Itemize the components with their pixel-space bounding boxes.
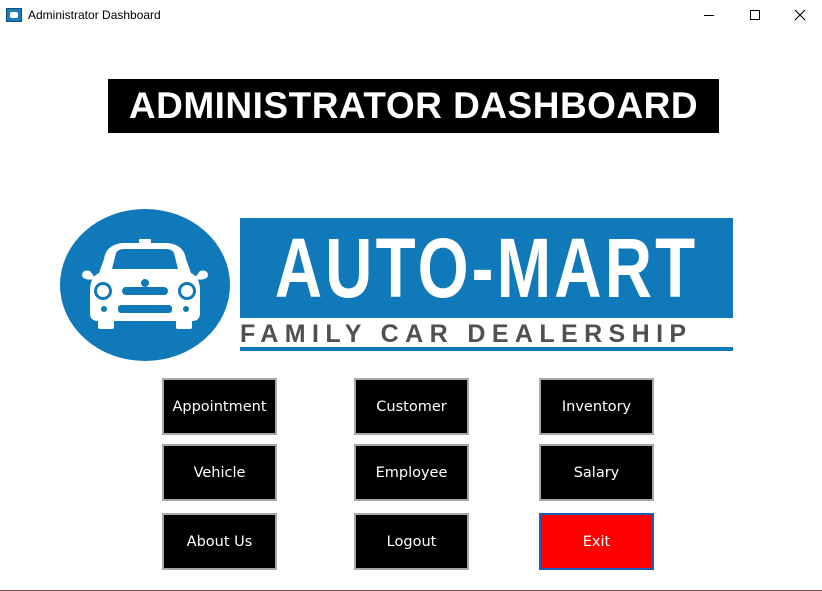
close-icon (794, 9, 806, 21)
customer-button[interactable]: Customer (353, 377, 470, 436)
close-button[interactable] (777, 0, 822, 30)
car-front-icon (82, 239, 208, 329)
about-us-button[interactable]: About Us (161, 512, 278, 571)
logo-brand-text: AUTO-MART (274, 220, 699, 315)
inventory-button[interactable]: Inventory (538, 377, 655, 436)
vehicle-button[interactable]: Vehicle (161, 443, 278, 502)
logout-button[interactable]: Logout (353, 512, 470, 571)
appointment-button[interactable]: Appointment (161, 377, 278, 436)
dashboard-window: Administrator Dashboard ADMINISTRATOR DA… (0, 0, 822, 591)
exit-button[interactable]: Exit (538, 512, 655, 571)
logo-circle (60, 209, 230, 361)
logo-brand: AUTO-MART (240, 218, 733, 318)
minimize-icon (704, 15, 714, 16)
app-icon (6, 8, 22, 22)
logo-tagline: FAMILY CAR DEALERSHIP (240, 320, 693, 348)
maximize-icon (750, 10, 760, 20)
title-bar[interactable]: Administrator Dashboard (0, 0, 822, 31)
page-title: ADMINISTRATOR DASHBOARD (108, 79, 719, 133)
logo-underline (240, 347, 733, 351)
window-title: Administrator Dashboard (28, 8, 161, 22)
salary-button[interactable]: Salary (538, 443, 655, 502)
employee-button[interactable]: Employee (353, 443, 470, 502)
auto-mart-logo: AUTO-MART FAMILY CAR DEALERSHIP (60, 207, 735, 363)
minimize-button[interactable] (686, 0, 732, 30)
maximize-button[interactable] (732, 0, 778, 30)
